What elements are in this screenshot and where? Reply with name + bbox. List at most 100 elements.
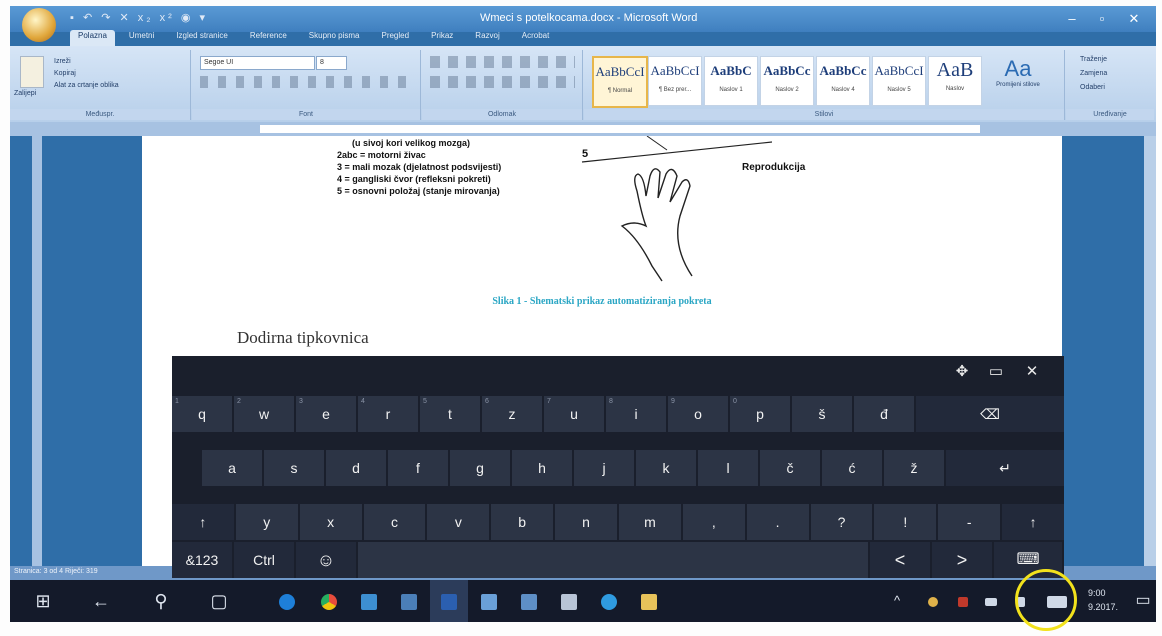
style-naslov-2[interactable]: AaBbCc Naslov 2 <box>760 56 814 106</box>
key-t[interactable]: t5 <box>420 396 480 432</box>
file-explorer-icon[interactable] <box>630 580 668 622</box>
app-icon-1[interactable] <box>350 580 388 622</box>
key-i[interactable]: i8 <box>606 396 666 432</box>
format-painter-button[interactable]: Alat za crtanje oblika <box>54 82 119 89</box>
style-naslov[interactable]: AaB Naslov <box>928 56 982 106</box>
font-size-box[interactable]: 8 <box>316 56 347 70</box>
paste-button[interactable]: Zalijepi <box>14 90 36 97</box>
key-l[interactable]: l <box>698 450 758 486</box>
key-exclamation[interactable]: ! <box>874 504 937 540</box>
vertical-scrollbar[interactable] <box>1144 136 1156 566</box>
shift-left-key[interactable]: ↑ <box>172 504 234 540</box>
keyboard-close-icon[interactable]: ✕ <box>1018 362 1046 380</box>
style-naslov-1[interactable]: AaBbC Naslov 1 <box>704 56 758 106</box>
tab-acrobat[interactable]: Acrobat <box>514 30 558 46</box>
tab-izgled-stranice[interactable]: Izgled stranice <box>168 30 236 46</box>
key-question[interactable]: ? <box>810 504 873 540</box>
key-p[interactable]: p0 <box>730 396 790 432</box>
key-comma[interactable]: , <box>682 504 745 540</box>
maximize-button[interactable]: ▫ <box>1090 11 1114 26</box>
quick-access-toolbar[interactable]: ▪ ↶ ↷ ✕ x₂ x² ◉ ▾ <box>70 11 208 24</box>
key-y[interactable]: y <box>235 504 298 540</box>
key-w[interactable]: w2 <box>234 396 294 432</box>
key-o[interactable]: o9 <box>668 396 728 432</box>
style-naslov-4[interactable]: AaBbCc Naslov 4 <box>816 56 870 106</box>
dock-icon[interactable]: ▭ <box>982 362 1010 380</box>
enter-key[interactable]: ↵ <box>946 450 1064 486</box>
minimize-button[interactable]: – <box>1060 11 1084 26</box>
cursor-right-key[interactable]: > <box>932 542 992 578</box>
copy-button[interactable]: Kopiraj <box>54 70 76 77</box>
key-m[interactable]: m <box>619 504 681 540</box>
key-đ[interactable]: đ <box>854 396 914 432</box>
find-button[interactable]: Traženje <box>1080 56 1107 63</box>
cut-button[interactable]: Izreži <box>54 58 71 65</box>
paste-icon[interactable] <box>20 56 44 88</box>
key-g[interactable]: g <box>450 450 510 486</box>
replace-button[interactable]: Zamjena <box>1080 70 1107 77</box>
key-x[interactable]: x <box>299 504 362 540</box>
tab-umetni[interactable]: Umetni <box>121 30 162 46</box>
paragraph-list-icons[interactable] <box>430 56 575 68</box>
style-bez-proreda[interactable]: AaBbCcI ¶ Bez prer... <box>648 56 702 106</box>
key-e[interactable]: e3 <box>296 396 356 432</box>
tray-expand-icon[interactable]: ^ <box>878 580 916 622</box>
key-z[interactable]: z6 <box>482 396 542 432</box>
horizontal-ruler[interactable] <box>10 122 1156 136</box>
key-š[interactable]: š <box>792 396 852 432</box>
key-c[interactable]: c <box>363 504 426 540</box>
font-format-icons[interactable] <box>200 76 410 88</box>
key-dash[interactable]: - <box>938 504 1001 540</box>
close-button[interactable]: ✕ <box>1122 11 1146 27</box>
key-k[interactable]: k <box>636 450 696 486</box>
action-center-icon[interactable]: ▭ <box>1124 580 1156 622</box>
key-b[interactable]: b <box>491 504 554 540</box>
task-view-icon[interactable]: ▢ <box>200 580 238 622</box>
key-s[interactable]: s <box>264 450 324 486</box>
style-naslov-5[interactable]: AaBbCcI Naslov 5 <box>872 56 926 106</box>
ctrl-key[interactable]: Ctrl <box>234 542 294 578</box>
key-f[interactable]: f <box>388 450 448 486</box>
tab-reference[interactable]: Reference <box>242 30 295 46</box>
search-icon[interactable]: ⚲ <box>142 580 180 622</box>
tab-razvoj[interactable]: Razvoj <box>467 30 507 46</box>
key-v[interactable]: v <box>427 504 490 540</box>
app-icon-4[interactable] <box>510 580 548 622</box>
change-styles-button[interactable]: Aа Promijeni stilove <box>988 56 1048 88</box>
backspace-key[interactable]: ⌫ <box>916 396 1064 432</box>
key-j[interactable]: j <box>574 450 634 486</box>
key-a[interactable]: a <box>202 450 262 486</box>
space-key[interactable] <box>358 542 868 578</box>
emoji-key[interactable]: ☺ <box>296 542 356 578</box>
calculator-icon[interactable] <box>550 580 588 622</box>
word-icon[interactable] <box>430 580 468 622</box>
app-icon-2[interactable] <box>390 580 428 622</box>
key-n[interactable]: n <box>555 504 617 540</box>
key-period[interactable]: . <box>746 504 809 540</box>
tab-prikaz[interactable]: Prikaz <box>423 30 461 46</box>
chrome-icon[interactable] <box>310 580 348 622</box>
vertical-ruler[interactable] <box>32 136 42 566</box>
font-name-box[interactable]: Segoe UI <box>200 56 315 70</box>
key-q[interactable]: q1 <box>172 396 232 432</box>
key-h[interactable]: h <box>512 450 572 486</box>
shift-right-key[interactable]: ↑ <box>1002 504 1064 540</box>
tab-pregled[interactable]: Pregled <box>373 30 417 46</box>
office-button[interactable] <box>22 8 56 42</box>
paragraph-align-icons[interactable] <box>430 76 575 88</box>
key-ž[interactable]: ž <box>884 450 944 486</box>
start-button[interactable]: ⊞ <box>24 580 62 622</box>
tab-skupno-pisma[interactable]: Skupno pisma <box>301 30 368 46</box>
key-u[interactable]: u7 <box>544 396 604 432</box>
select-button[interactable]: Odaberi <box>1080 84 1105 91</box>
app-icon-5[interactable] <box>590 580 628 622</box>
move-icon[interactable]: ✥ <box>948 362 976 380</box>
key-č[interactable]: č <box>760 450 820 486</box>
symbols-key[interactable]: &123 <box>172 542 232 578</box>
key-r[interactable]: r4 <box>358 396 418 432</box>
style-normal[interactable]: AaBbCcI ¶ Normal <box>592 56 648 108</box>
key-d[interactable]: d <box>326 450 386 486</box>
cursor-left-key[interactable]: < <box>870 542 930 578</box>
back-button[interactable]: ← <box>82 580 120 622</box>
tab-polazna[interactable]: Polazna <box>70 30 115 46</box>
